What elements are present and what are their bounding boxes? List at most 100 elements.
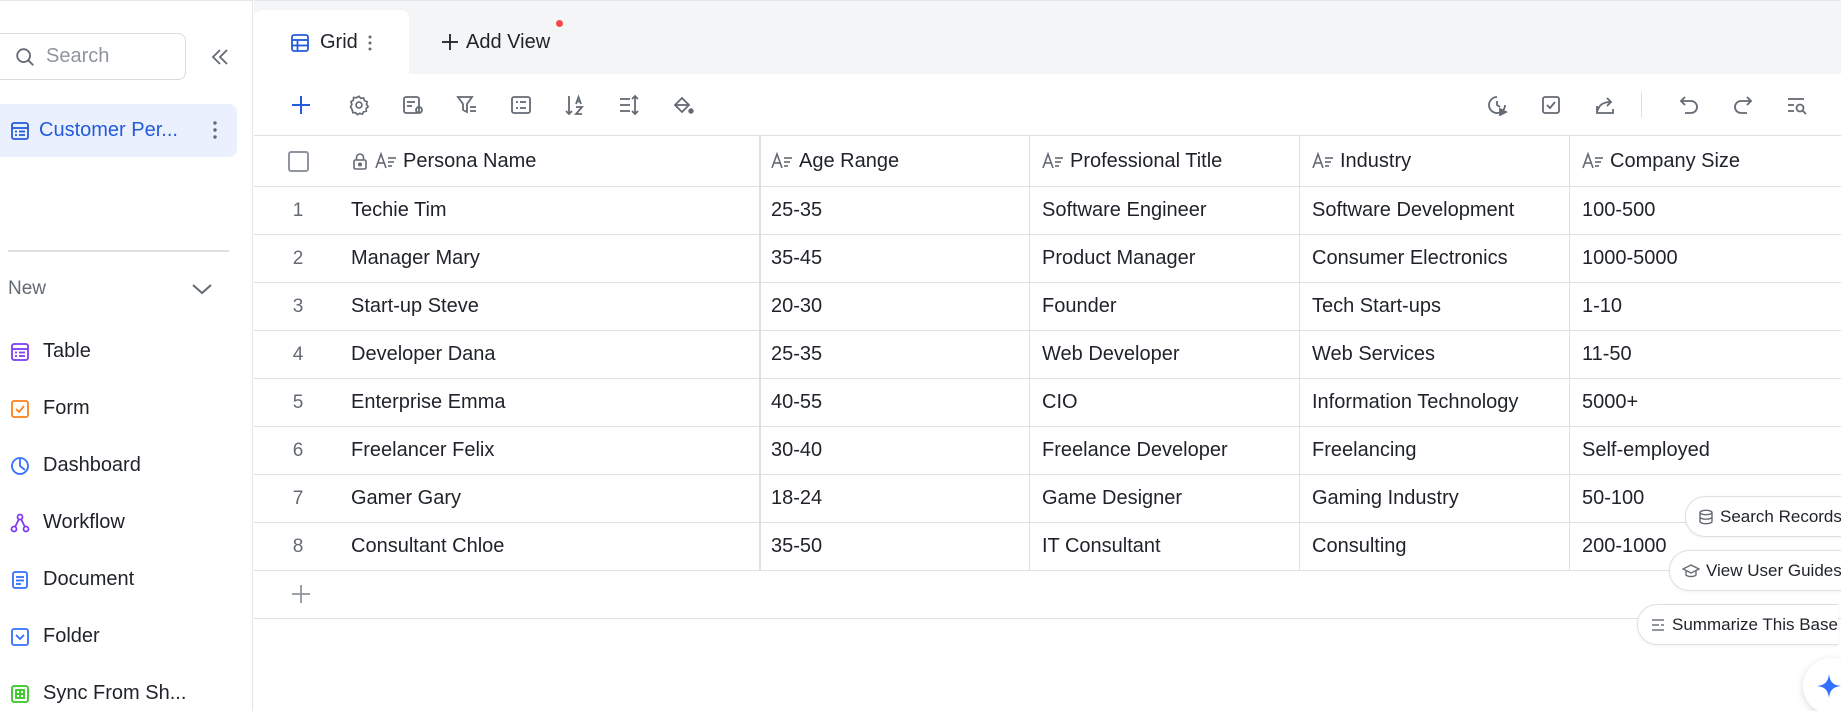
table-row[interactable]: 7 Gamer Gary 18-24 Game Designer Gaming … <box>254 475 1841 523</box>
dashboard-icon <box>9 455 31 477</box>
group-button[interactable] <box>506 90 536 120</box>
select-all-cell[interactable] <box>254 136 342 186</box>
column-header-persona-name[interactable]: Persona Name <box>351 136 759 186</box>
column-header-industry[interactable]: Industry <box>1299 136 1569 186</box>
more-options-icon[interactable] <box>205 118 225 142</box>
cell-professional-title[interactable]: Founder <box>1029 283 1299 330</box>
new-workflow-item[interactable]: Workflow <box>9 494 186 551</box>
search-records-label: Search Records <box>1720 506 1841 526</box>
redo-button[interactable] <box>1728 90 1758 120</box>
new-folder-item[interactable]: Folder <box>9 608 186 665</box>
cell-professional-title[interactable]: Web Developer <box>1029 331 1299 378</box>
share-button[interactable] <box>1590 90 1620 120</box>
new-section-toggle[interactable]: New <box>8 273 213 305</box>
cell-age-range[interactable]: 40-55 <box>759 379 1029 426</box>
search-input[interactable] <box>46 45 176 68</box>
cell-company-size[interactable]: 1000-5000 <box>1569 235 1841 282</box>
workflow-icon <box>9 512 31 534</box>
cell-persona-name[interactable]: Start-up Steve <box>351 283 759 330</box>
cell-company-size[interactable]: Self-employed <box>1569 427 1841 474</box>
cell-industry[interactable]: Software Development <box>1299 187 1569 234</box>
cell-industry[interactable]: Tech Start-ups <box>1299 283 1569 330</box>
column-header-professional-title[interactable]: Professional Title <box>1029 136 1299 186</box>
more-options-icon[interactable] <box>368 35 372 51</box>
sidebar-item-customer-personas[interactable]: Customer Per... <box>0 104 237 157</box>
cell-professional-title[interactable]: Freelance Developer <box>1029 427 1299 474</box>
new-label: New <box>8 278 47 299</box>
cell-age-range[interactable]: 30-40 <box>759 427 1029 474</box>
cell-company-size[interactable]: 11-50 <box>1569 331 1841 378</box>
cell-industry[interactable]: Web Services <box>1299 331 1569 378</box>
cell-professional-title[interactable]: Software Engineer <box>1029 187 1299 234</box>
column-header-company-size[interactable]: Company Size <box>1569 136 1841 186</box>
task-button[interactable] <box>1536 90 1566 120</box>
sidebar-search[interactable] <box>0 33 186 80</box>
add-row-button[interactable] <box>254 571 1841 619</box>
cell-industry[interactable]: Gaming Industry <box>1299 475 1569 522</box>
filter-button[interactable] <box>452 90 482 120</box>
ai-assistant-button[interactable] <box>1803 658 1841 711</box>
table-row[interactable]: 4 Developer Dana 25-35 Web Developer Web… <box>254 331 1841 379</box>
undo-button[interactable] <box>1674 90 1704 120</box>
fill-color-button[interactable] <box>668 90 698 120</box>
app-root: Customer Per... New Table Form <box>0 0 1841 711</box>
cell-persona-name[interactable]: Gamer Gary <box>351 475 759 522</box>
cell-age-range[interactable]: 25-35 <box>759 331 1029 378</box>
add-record-button[interactable] <box>286 90 316 120</box>
search-records-button[interactable] <box>1782 90 1812 120</box>
lock-icon <box>351 152 369 170</box>
select-all-checkbox[interactable] <box>287 150 309 172</box>
cell-industry[interactable]: Consumer Electronics <box>1299 235 1569 282</box>
cell-company-size[interactable]: 5000+ <box>1569 379 1841 426</box>
cell-age-range[interactable]: 35-50 <box>759 523 1029 570</box>
new-sync-sheet-item[interactable]: Sync From Sh... <box>9 665 186 711</box>
gear-icon <box>349 95 370 116</box>
cell-industry[interactable]: Consulting <box>1299 523 1569 570</box>
cell-professional-title[interactable]: IT Consultant <box>1029 523 1299 570</box>
new-document-item[interactable]: Document <box>9 551 186 608</box>
cell-persona-name[interactable]: Manager Mary <box>351 235 759 282</box>
cell-professional-title[interactable]: Game Designer <box>1029 475 1299 522</box>
history-icon <box>1488 96 1508 116</box>
column-header-age-range[interactable]: Age Range <box>759 136 1029 186</box>
row-height-button[interactable] <box>614 90 644 120</box>
cell-age-range[interactable]: 20-30 <box>759 283 1029 330</box>
toolbar <box>254 74 1841 136</box>
cell-age-range[interactable]: 35-45 <box>759 235 1029 282</box>
table-row[interactable]: 1 Techie Tim 25-35 Software Engineer Sof… <box>254 187 1841 235</box>
cell-persona-name[interactable]: Techie Tim <box>351 187 759 234</box>
cell-persona-name[interactable]: Freelancer Felix <box>351 427 759 474</box>
table-row[interactable]: 6 Freelancer Felix 30-40 Freelance Devel… <box>254 427 1841 475</box>
field-settings-button[interactable] <box>398 90 428 120</box>
table-row[interactable]: 3 Start-up Steve 20-30 Founder Tech Star… <box>254 283 1841 331</box>
cell-professional-title[interactable]: Product Manager <box>1029 235 1299 282</box>
history-button[interactable] <box>1482 90 1512 120</box>
add-view-button[interactable]: Add View <box>440 27 550 57</box>
cell-persona-name[interactable]: Enterprise Emma <box>351 379 759 426</box>
collapse-sidebar-button[interactable] <box>206 43 234 71</box>
cell-industry[interactable]: Information Technology <box>1299 379 1569 426</box>
row-number: 4 <box>292 343 304 365</box>
table-row[interactable]: 2 Manager Mary 35-45 Product Manager Con… <box>254 235 1841 283</box>
sort-button[interactable] <box>560 90 590 120</box>
cell-age-range[interactable]: 25-35 <box>759 187 1029 234</box>
table-row[interactable]: 5 Enterprise Emma 40-55 CIO Information … <box>254 379 1841 427</box>
view-user-guides-float-button[interactable]: View User Guides <box>1669 550 1841 591</box>
cell-company-size[interactable]: 1-10 <box>1569 283 1841 330</box>
settings-button[interactable] <box>344 90 374 120</box>
tab-grid[interactable]: Grid <box>254 10 409 75</box>
cell-industry[interactable]: Freelancing <box>1299 427 1569 474</box>
base-name: Customer Per... <box>39 119 178 141</box>
cell-persona-name[interactable]: Consultant Chloe <box>351 523 759 570</box>
search-list-icon <box>1788 98 1807 115</box>
cell-persona-name[interactable]: Developer Dana <box>351 331 759 378</box>
new-table-item[interactable]: Table <box>9 323 186 380</box>
summarize-base-float-button[interactable]: Summarize This Base <box>1637 604 1838 645</box>
table-row[interactable]: 8 Consultant Chloe 35-50 IT Consultant C… <box>254 523 1841 571</box>
new-form-item[interactable]: Form <box>9 380 186 437</box>
cell-company-size[interactable]: 100-500 <box>1569 187 1841 234</box>
new-dashboard-item[interactable]: Dashboard <box>9 437 186 494</box>
cell-age-range[interactable]: 18-24 <box>759 475 1029 522</box>
search-records-float-button[interactable]: Search Records <box>1685 496 1841 537</box>
cell-professional-title[interactable]: CIO <box>1029 379 1299 426</box>
